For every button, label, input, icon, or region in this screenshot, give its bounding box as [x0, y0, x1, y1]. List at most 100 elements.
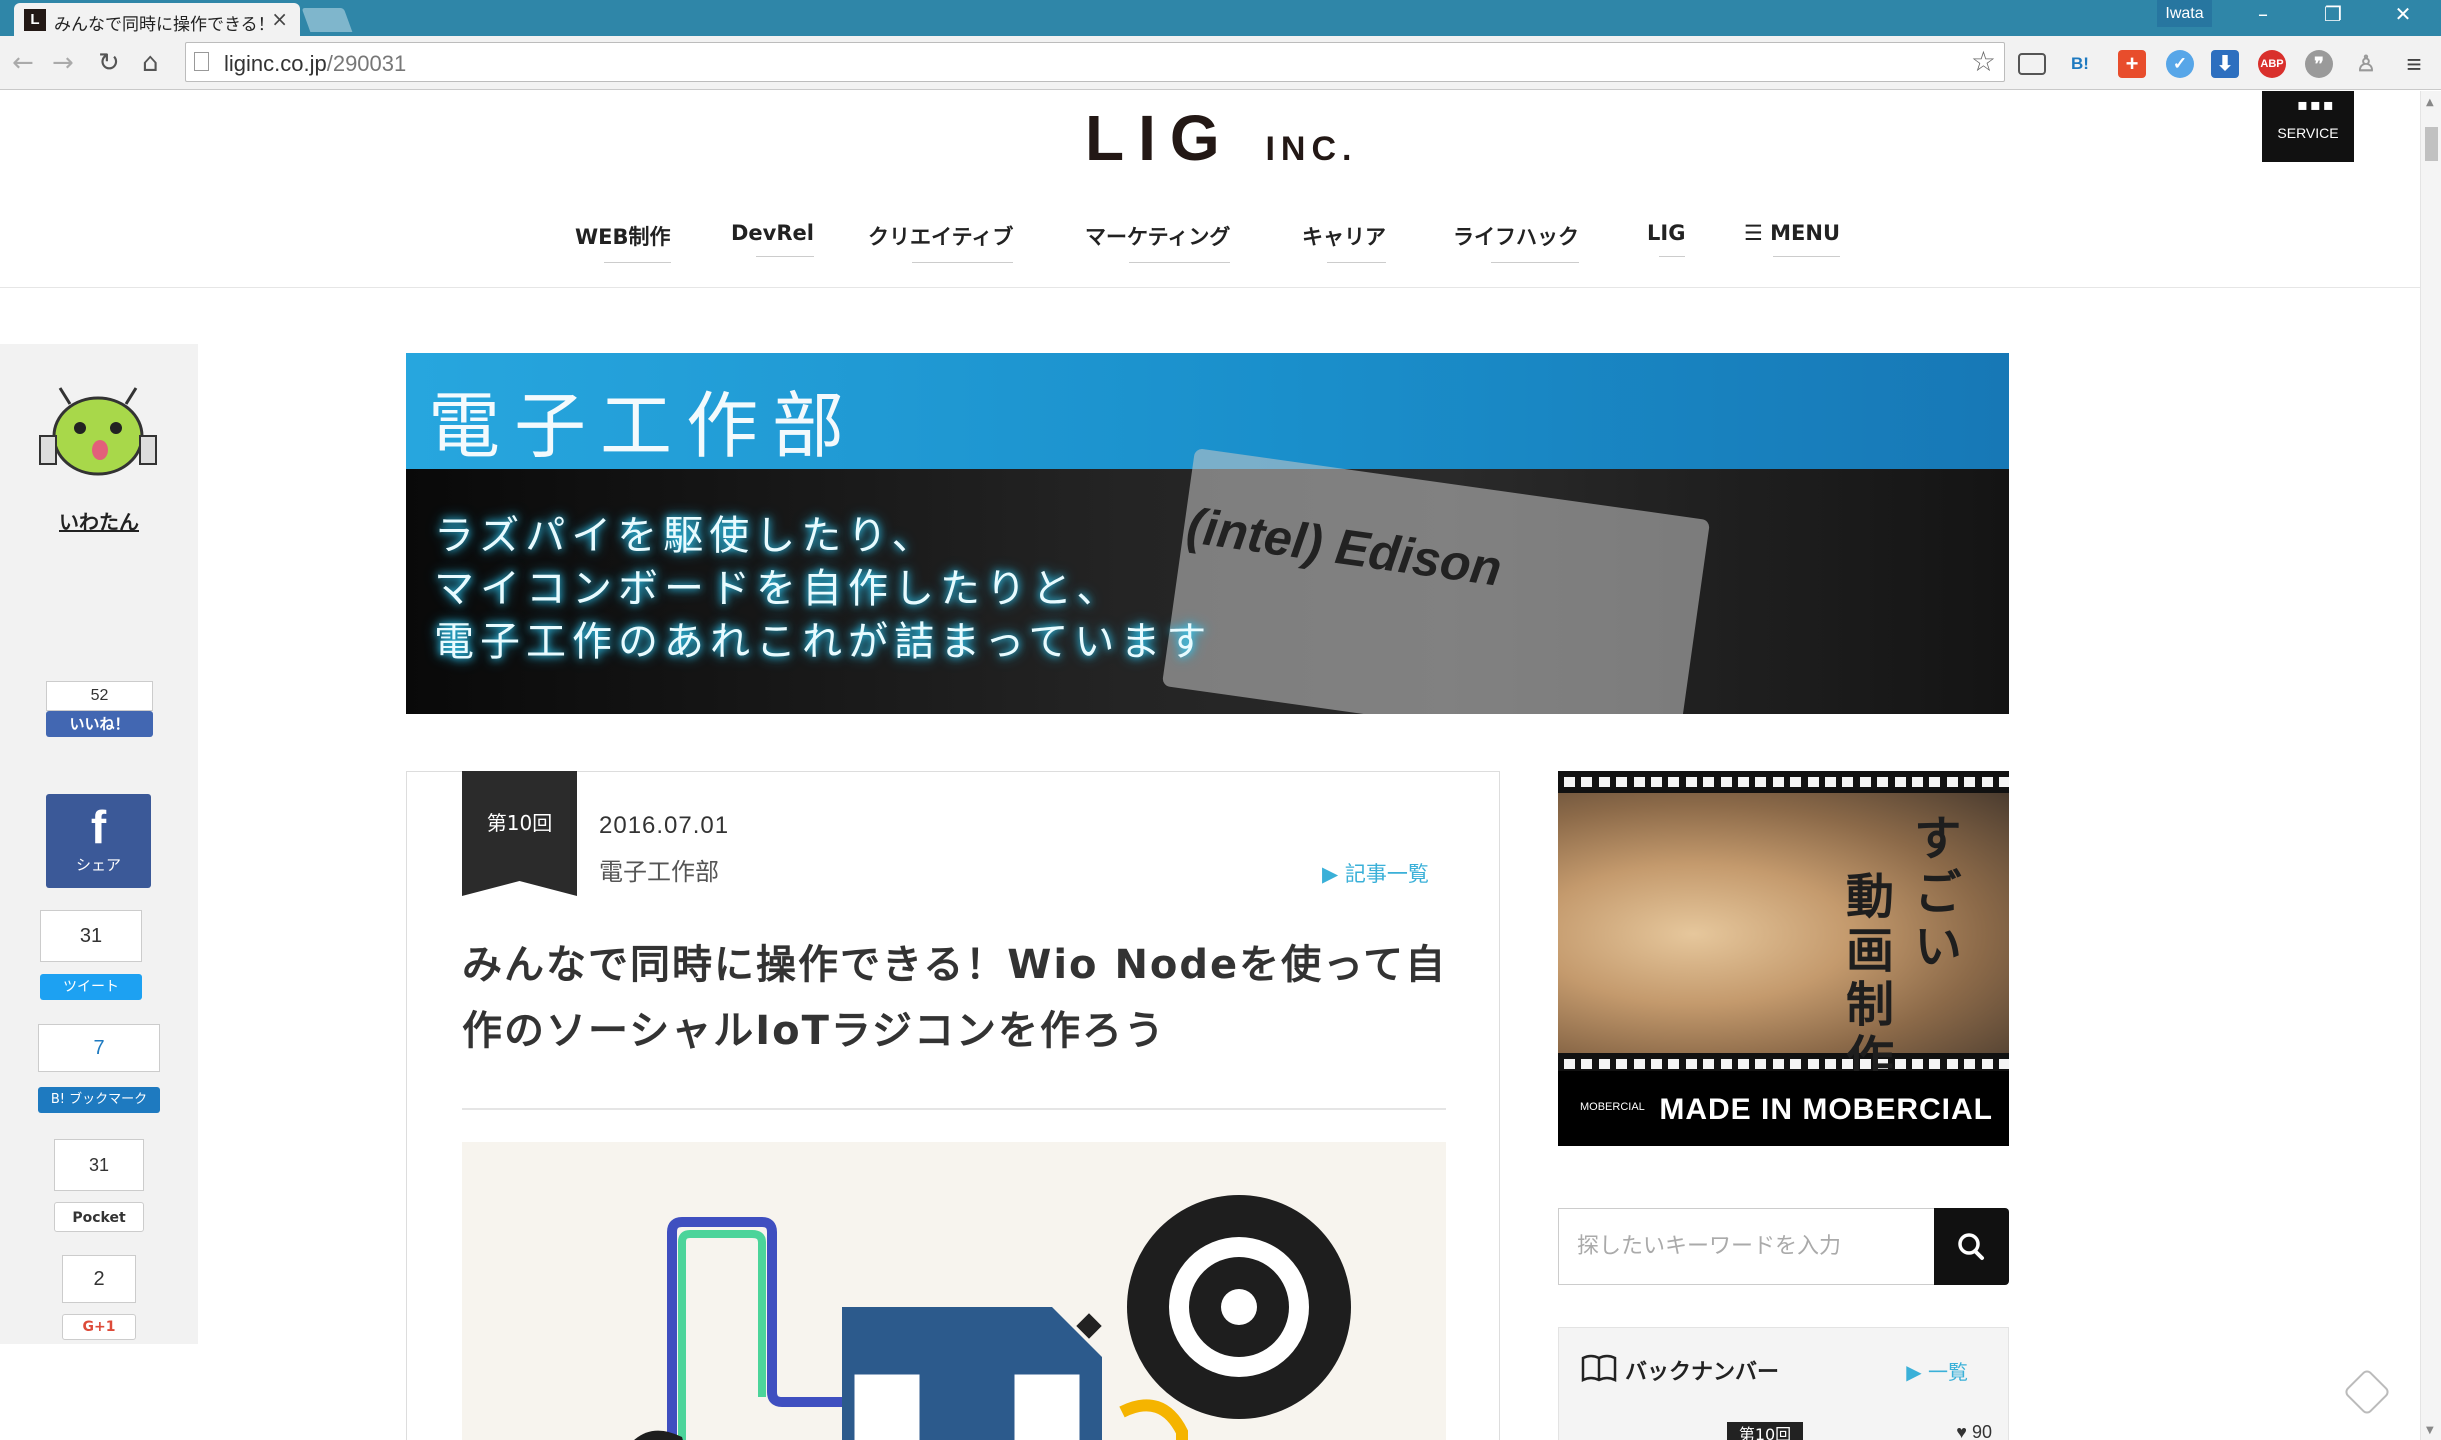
site-favicon-icon: L — [24, 9, 46, 31]
banner-line-3: 電子工作のあれこれが詰まっています — [434, 619, 1213, 665]
mobercial-logo: MOBERCIAL — [1580, 1101, 1645, 1113]
film-sprocket — [1616, 777, 1628, 787]
hatena-bookmark-icon[interactable]: B! — [2066, 50, 2094, 78]
author-name[interactable]: いわたん — [0, 506, 198, 535]
service-button[interactable]: ▪▪▪ SERVICE — [2262, 91, 2354, 162]
search-input[interactable] — [1558, 1208, 1934, 1285]
banner-line-1: ラズパイを駆使したり、 — [434, 513, 938, 559]
hatena-bookmark-button[interactable]: B! ブックマーク — [38, 1087, 160, 1113]
scroll-top-icon[interactable] — [2342, 1367, 2392, 1417]
nav-web[interactable]: WEB制作 — [575, 221, 671, 263]
film-strip-top — [1558, 771, 2009, 793]
facebook-share-button[interactable]: f シェア — [46, 794, 151, 888]
ad-footer-bar: MOBERCIAL MADE IN MOBERCIAL — [1558, 1071, 2009, 1146]
film-sprocket — [1703, 777, 1715, 787]
film-sprocket — [1772, 1059, 1784, 1069]
facebook-like-button[interactable]: いいね！ — [46, 711, 153, 737]
address-bar[interactable]: liginc.co.jp/290031 ☆ — [185, 42, 2005, 82]
new-tab-button[interactable] — [301, 8, 353, 32]
search-icon — [1958, 1233, 1984, 1260]
film-sprocket — [1790, 777, 1802, 787]
film-sprocket — [1981, 1059, 1993, 1069]
gplus-button[interactable]: G+1 — [62, 1314, 136, 1340]
nav-marketing[interactable]: マーケティング — [1085, 221, 1231, 263]
film-sprocket — [1981, 777, 1993, 787]
nav-lig[interactable]: LIG — [1647, 221, 1686, 257]
facebook-share-label: シェア — [75, 856, 121, 874]
nav-menu[interactable]: ☰ MENU — [1744, 221, 1841, 257]
home-icon[interactable]: ⌂ — [142, 48, 159, 78]
film-sprocket — [1755, 1059, 1767, 1069]
page-scrollbar[interactable]: ▲ ▼ — [2420, 91, 2441, 1440]
backnumber-episode-badge: 第10回 — [1727, 1422, 1803, 1440]
film-sprocket — [1598, 777, 1610, 787]
profile-user-button[interactable]: Iwata — [2157, 0, 2212, 27]
browser-titlebar: L みんなで同時に操作できる！ × Iwata – ❐ ✕ — [0, 0, 2441, 36]
nav-creative[interactable]: クリエイティブ — [868, 221, 1014, 263]
article-divider — [462, 1108, 1446, 1110]
article-list-link[interactable]: ▶ 記事一覧 — [1322, 858, 1429, 888]
browser-tab-active[interactable]: L みんなで同時に操作できる！ × — [14, 3, 300, 36]
v-extension-icon[interactable]: ✓ — [2166, 50, 2194, 78]
web-page: LIG INC. ▪▪▪ SERVICE WEB制作 DevRel クリエイティ… — [0, 91, 2420, 1440]
plus-extension-icon[interactable]: + — [2118, 50, 2146, 78]
cast-icon[interactable] — [2018, 53, 2046, 75]
nav-career[interactable]: キャリア — [1302, 221, 1386, 263]
banner-line-2: マイコンボードを自作したりと、 — [434, 566, 1123, 612]
page-icon — [194, 52, 209, 71]
film-sprocket — [1755, 777, 1767, 787]
article-category[interactable]: 電子工作部 — [599, 852, 719, 887]
mobercial-ad[interactable]: すごい 動画制作 MOBERCIAL MADE IN MOBERCIAL — [1558, 771, 2009, 1146]
author-avatar[interactable] — [36, 384, 160, 484]
article-date: 2016.07.01 — [599, 812, 730, 839]
film-sprocket — [1894, 777, 1906, 787]
tab-close-icon[interactable]: × — [271, 7, 288, 31]
menu-icon[interactable]: ≡ — [2400, 50, 2428, 78]
film-sprocket — [1912, 1059, 1923, 1069]
tweet-count: 31 — [40, 910, 142, 962]
lig-logo[interactable]: LIG INC. — [1085, 101, 1357, 175]
forward-icon[interactable]: → — [52, 48, 74, 78]
nav-devrel[interactable]: DevRel — [731, 221, 814, 257]
film-sprocket — [1738, 777, 1749, 787]
download-icon[interactable]: ⬇ — [2211, 50, 2239, 78]
film-sprocket — [1598, 1059, 1610, 1069]
film-sprocket — [1738, 1059, 1749, 1069]
backnumber-list-link[interactable]: ▶ 一覧 — [1906, 1356, 1968, 1385]
film-sprocket — [1651, 1059, 1662, 1069]
backnumber-likes: ♥ 90 — [1956, 1422, 1992, 1440]
scroll-up-icon[interactable]: ▲ — [2426, 97, 2434, 108]
article-title: みんなで同時に操作できる！Wio Nodeを使って自作のソーシャルIoTラジコン… — [462, 942, 1448, 1054]
film-sprocket — [1668, 1059, 1680, 1069]
pocket-button[interactable]: Pocket — [54, 1202, 144, 1232]
tweet-button[interactable]: ツイート — [40, 974, 142, 1000]
reload-icon[interactable]: ↻ — [98, 48, 120, 78]
scroll-down-icon[interactable]: ▼ — [2426, 1425, 2434, 1436]
category-banner[interactable]: (intel) Edison 電子工作部 ラズパイを駆使したり、 マイコンボード… — [406, 353, 2009, 714]
film-sprocket — [1929, 1059, 1941, 1069]
search-button[interactable] — [1934, 1208, 2009, 1285]
film-sprocket — [1651, 777, 1662, 787]
scrollbar-thumb[interactable] — [2425, 127, 2438, 161]
film-sprocket — [1633, 777, 1645, 787]
nav-lifehack[interactable]: ライフハック — [1453, 221, 1579, 263]
film-sprocket — [1877, 777, 1889, 787]
star-icon[interactable]: ☆ — [1971, 45, 1996, 78]
quote-extension-icon[interactable]: ❞ — [2305, 50, 2333, 78]
browser-toolbar: ← → ↻ ⌂ liginc.co.jp/290031 ☆ B! + ✓ ⬇ A… — [0, 36, 2441, 90]
restore-icon[interactable]: ❐ — [2313, 2, 2353, 32]
film-sprocket — [1703, 1059, 1715, 1069]
gplus-count: 2 — [62, 1255, 136, 1303]
tab-title: みんなで同時に操作できる！ — [54, 15, 275, 35]
back-icon[interactable]: ← — [12, 48, 34, 78]
minimize-icon[interactable]: – — [2243, 2, 2283, 32]
film-sprocket — [1564, 1059, 1575, 1069]
film-sprocket — [1946, 1059, 1958, 1069]
film-sprocket — [1807, 1059, 1819, 1069]
adblock-icon[interactable]: ABP — [2258, 50, 2286, 78]
ad-copy-vertical-2: 動画制作 — [1837, 871, 1893, 1087]
window-close-icon[interactable]: ✕ — [2383, 2, 2423, 32]
film-sprocket — [1912, 777, 1923, 787]
person-extension-icon[interactable]: ♙ — [2352, 50, 2380, 78]
film-sprocket — [1999, 1059, 2009, 1069]
